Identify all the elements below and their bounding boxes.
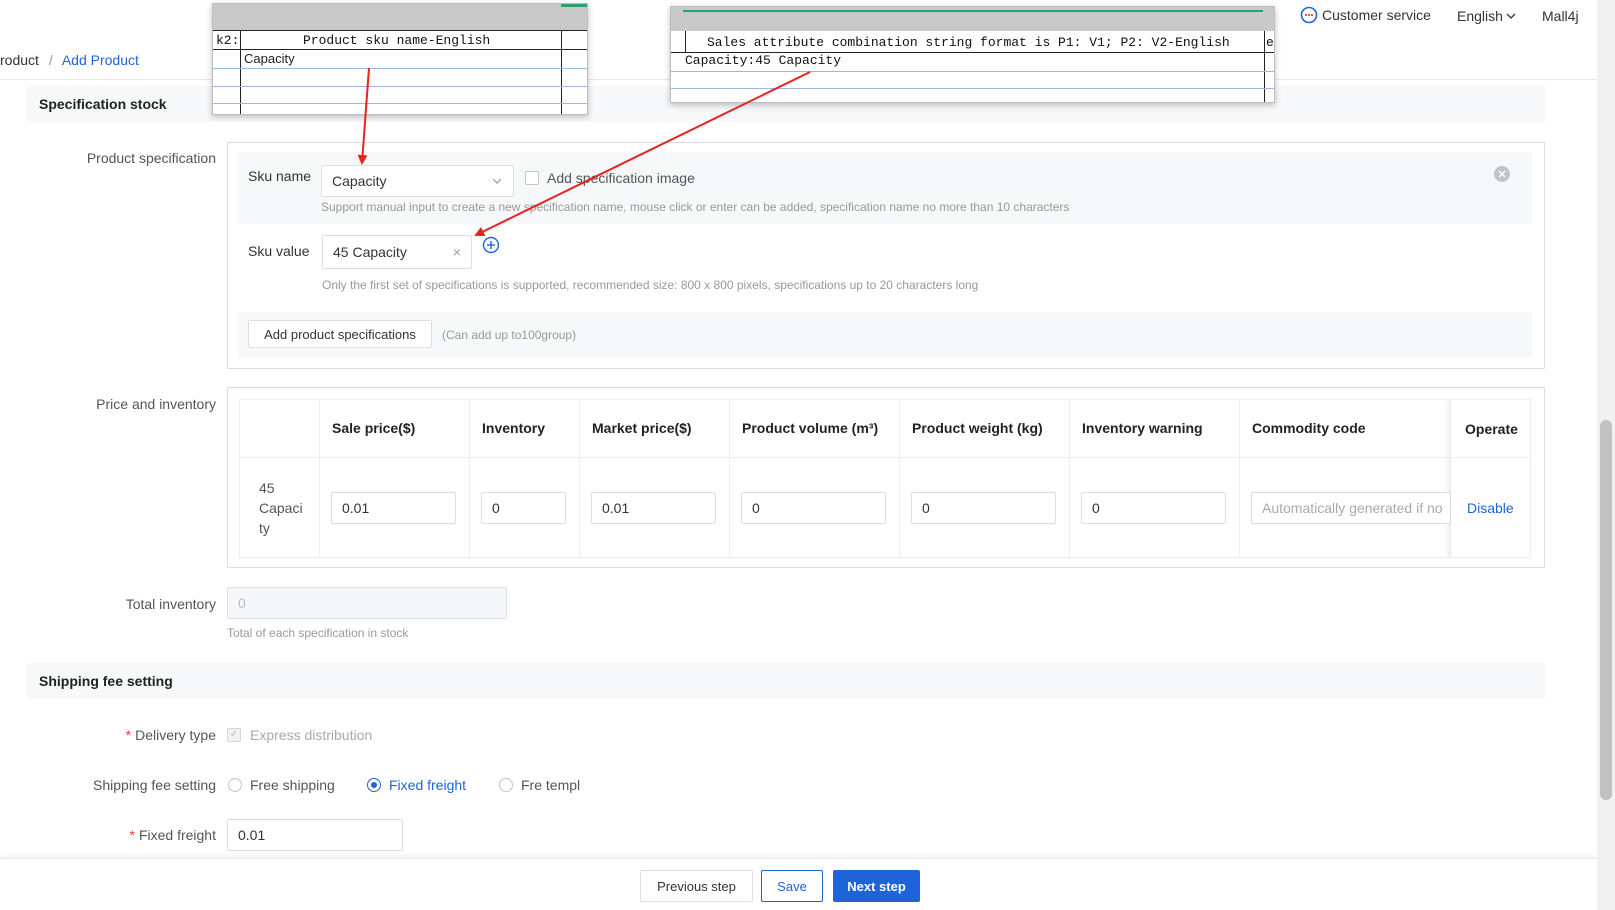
arrow-to-sku-name [357, 67, 370, 165]
arrow-to-sku-value [474, 71, 811, 236]
annotation-arrows [357, 67, 811, 236]
